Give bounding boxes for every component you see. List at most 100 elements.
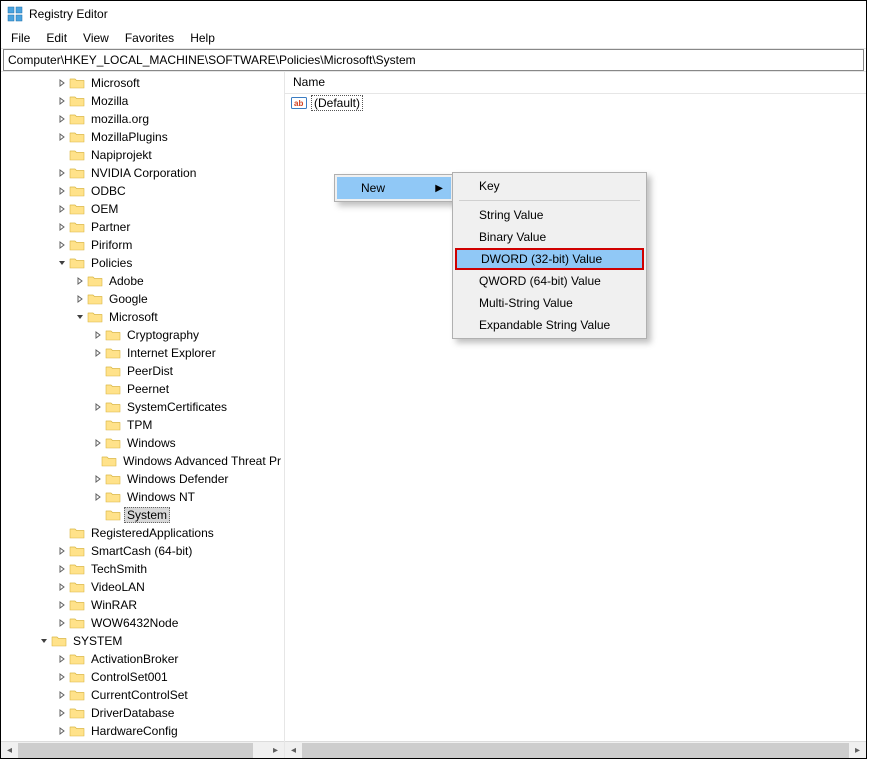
- chevron-right-icon[interactable]: [55, 132, 69, 142]
- menu-help[interactable]: Help: [182, 29, 223, 47]
- scroll-right-icon[interactable]: ▸: [849, 743, 866, 758]
- chevron-down-icon[interactable]: [37, 636, 51, 646]
- tree-node[interactable]: Adobe: [1, 272, 284, 290]
- tree-node[interactable]: Partner: [1, 218, 284, 236]
- chevron-right-icon[interactable]: [91, 348, 105, 358]
- tree-node[interactable]: TechSmith: [1, 560, 284, 578]
- tree-scroll[interactable]: MicrosoftMozillamozilla.orgMozillaPlugin…: [1, 72, 284, 741]
- tree-node[interactable]: Microsoft: [1, 74, 284, 92]
- chevron-right-icon[interactable]: [55, 222, 69, 232]
- ctx-new[interactable]: New ▶: [337, 177, 451, 199]
- tree-node[interactable]: Piriform: [1, 236, 284, 254]
- tree-node[interactable]: mozilla.org: [1, 110, 284, 128]
- chevron-right-icon[interactable]: [73, 294, 87, 304]
- menu-favorites[interactable]: Favorites: [117, 29, 182, 47]
- chevron-right-icon[interactable]: [55, 78, 69, 88]
- tree-node[interactable]: WinRAR: [1, 596, 284, 614]
- scroll-thumb[interactable]: [18, 743, 253, 758]
- tree-node[interactable]: Mozilla: [1, 92, 284, 110]
- chevron-right-icon[interactable]: [55, 240, 69, 250]
- tree-node[interactable]: VideoLAN: [1, 578, 284, 596]
- menu-file[interactable]: File: [3, 29, 38, 47]
- tree-node[interactable]: System: [1, 506, 284, 524]
- chevron-right-icon[interactable]: [91, 492, 105, 502]
- col-name[interactable]: Name: [285, 72, 866, 93]
- tree-node[interactable]: PeerDist: [1, 362, 284, 380]
- tree-node[interactable]: Windows NT: [1, 488, 284, 506]
- chevron-right-icon[interactable]: [91, 438, 105, 448]
- ctx-item-multi-string-value[interactable]: Multi-String Value: [455, 292, 644, 314]
- ctx-item-key[interactable]: Key: [455, 175, 644, 197]
- chevron-down-icon[interactable]: [73, 312, 87, 322]
- chevron-right-icon[interactable]: [55, 204, 69, 214]
- ctx-item-qword-value[interactable]: QWORD (64-bit) Value: [455, 270, 644, 292]
- chevron-right-icon[interactable]: [55, 600, 69, 610]
- ctx-item-binary-value[interactable]: Binary Value: [455, 226, 644, 248]
- tree-node[interactable]: OEM: [1, 200, 284, 218]
- chevron-down-icon[interactable]: [55, 258, 69, 268]
- chevron-right-icon[interactable]: [55, 582, 69, 592]
- tree-node[interactable]: ODBC: [1, 182, 284, 200]
- tree-node[interactable]: ControlSet001: [1, 668, 284, 686]
- menu-view[interactable]: View: [75, 29, 117, 47]
- tree-node[interactable]: Google: [1, 290, 284, 308]
- folder-icon: [69, 526, 85, 540]
- tree-hscrollbar[interactable]: ◂ ▸: [1, 741, 284, 758]
- tree-node[interactable]: NVIDIA Corporation: [1, 164, 284, 182]
- list-body[interactable]: ab (Default) New ▶ Key: [285, 94, 866, 741]
- tree-node[interactable]: Windows Defender: [1, 470, 284, 488]
- scroll-right-icon[interactable]: ▸: [267, 743, 284, 758]
- tree-node[interactable]: CurrentControlSet: [1, 686, 284, 704]
- tree-node[interactable]: ActivationBroker: [1, 650, 284, 668]
- tree-node[interactable]: TPM: [1, 416, 284, 434]
- tree-node[interactable]: WOW6432Node: [1, 614, 284, 632]
- tree-node[interactable]: SmartCash (64-bit): [1, 542, 284, 560]
- chevron-right-icon[interactable]: [91, 474, 105, 484]
- chevron-right-icon[interactable]: [55, 672, 69, 682]
- list-hscrollbar[interactable]: ◂ ▸: [285, 741, 866, 758]
- tree-node[interactable]: Windows Advanced Threat Pr: [1, 452, 284, 470]
- tree-node[interactable]: Cryptography: [1, 326, 284, 344]
- ctx-item-string-value[interactable]: String Value: [455, 204, 644, 226]
- tree-node-label: mozilla.org: [88, 110, 152, 128]
- tree-node[interactable]: SYSTEM: [1, 632, 284, 650]
- tree-node[interactable]: HardwareConfig: [1, 722, 284, 740]
- scroll-left-icon[interactable]: ◂: [1, 743, 18, 758]
- chevron-right-icon[interactable]: [55, 186, 69, 196]
- address-bar[interactable]: Computer\HKEY_LOCAL_MACHINE\SOFTWARE\Pol…: [3, 49, 864, 71]
- tree-node[interactable]: RegisteredApplications: [1, 524, 284, 542]
- chevron-right-icon[interactable]: [55, 618, 69, 628]
- ctx-item-dword-value[interactable]: DWORD (32-bit) Value: [455, 248, 644, 270]
- tree-node[interactable]: Microsoft: [1, 308, 284, 326]
- tree-node[interactable]: Internet Explorer: [1, 344, 284, 362]
- chevron-right-icon[interactable]: [91, 330, 105, 340]
- chevron-right-icon[interactable]: [55, 708, 69, 718]
- chevron-right-icon[interactable]: [91, 402, 105, 412]
- scroll-left-icon[interactable]: ◂: [285, 743, 302, 758]
- tree-node[interactable]: MozillaPlugins: [1, 128, 284, 146]
- list-item[interactable]: ab (Default): [285, 94, 866, 112]
- folder-icon: [69, 184, 85, 198]
- chevron-right-icon[interactable]: [55, 726, 69, 736]
- chevron-right-icon[interactable]: [55, 96, 69, 106]
- tree-node[interactable]: Windows: [1, 434, 284, 452]
- ctx-item-expandable-string-value[interactable]: Expandable String Value: [455, 314, 644, 336]
- chevron-right-icon[interactable]: [55, 546, 69, 556]
- scroll-track[interactable]: [18, 743, 267, 758]
- tree-node[interactable]: Peernet: [1, 380, 284, 398]
- tree-node[interactable]: SystemCertificates: [1, 398, 284, 416]
- tree-node[interactable]: Napiprojekt: [1, 146, 284, 164]
- chevron-right-icon[interactable]: [55, 168, 69, 178]
- chevron-right-icon[interactable]: [55, 690, 69, 700]
- chevron-right-icon[interactable]: [55, 654, 69, 664]
- scroll-thumb[interactable]: [302, 743, 849, 758]
- chevron-right-icon[interactable]: [73, 276, 87, 286]
- scroll-track[interactable]: [302, 743, 849, 758]
- chevron-right-icon[interactable]: [55, 114, 69, 124]
- chevron-right-icon[interactable]: [55, 564, 69, 574]
- tree-node[interactable]: Policies: [1, 254, 284, 272]
- tree-node[interactable]: DriverDatabase: [1, 704, 284, 722]
- menu-edit[interactable]: Edit: [38, 29, 75, 47]
- submenu-arrow-icon: ▶: [435, 183, 443, 194]
- folder-icon: [69, 202, 85, 216]
